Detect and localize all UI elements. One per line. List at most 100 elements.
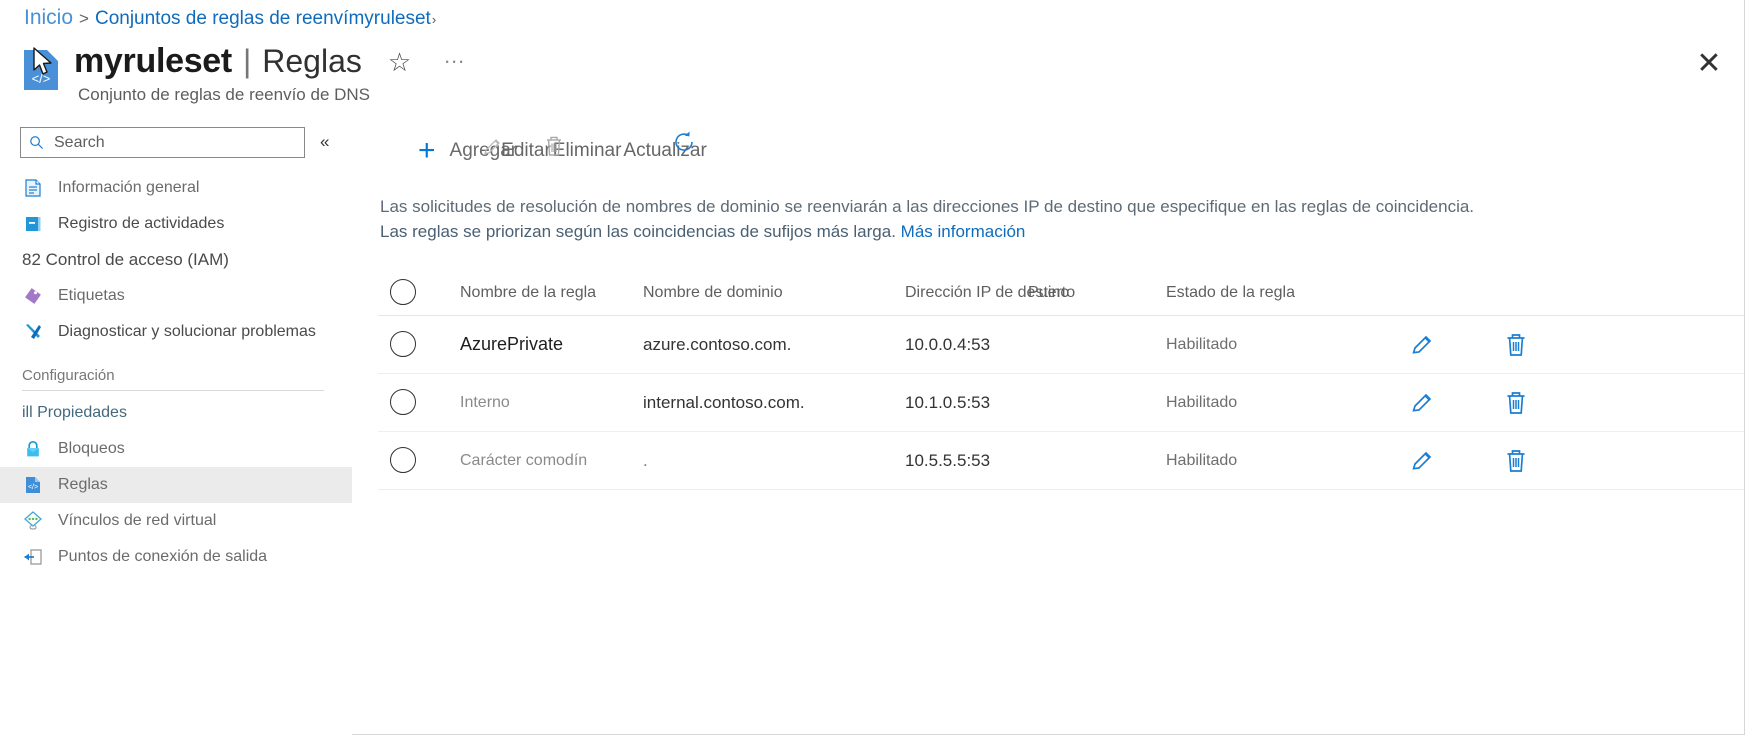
trash-icon [1507,449,1525,472]
sidebar-item-informacion-general[interactable]: Información general [0,170,352,206]
overview-icon [22,177,44,199]
sidebar-item-label: Diagnosticar y solucionar problemas [58,323,316,340]
title-divider: | [242,43,252,79]
column-header-rule-name[interactable]: Nombre de la regla [460,284,596,302]
table-row[interactable]: Interno internal.contoso.com. 10.1.0.5:5… [378,374,1744,432]
vnet-links-icon [22,510,44,532]
icon-page-fold [47,50,58,61]
plus-icon: + [418,134,436,167]
description-line-2-text: Las reglas se priorizan según las coinci… [380,222,896,241]
svg-text:</>: </> [28,484,38,491]
cell-rule-state: Habilitado [1166,451,1238,469]
activity-log-icon [22,213,44,235]
row-delete-button[interactable] [1502,389,1530,417]
refresh-icon [675,131,694,151]
row-edit-button[interactable] [1408,389,1436,417]
page-subtitle: Conjunto de reglas de reenvío de DNS [78,85,371,104]
cell-domain-name: internal.contoso.com. [643,392,805,412]
column-header-rule-state[interactable]: Estado de la regla [1166,284,1295,302]
cell-domain-name: . [643,450,648,470]
breadcrumb-parent-link[interactable]: Conjuntos de reglas de reenví [95,8,349,30]
more-info-link[interactable]: Más información [901,222,1026,241]
cell-destination-ip: 10.5.5.5:53 [905,450,991,470]
description-line-1: Las solicitudes de resolución de nombres… [380,197,1475,216]
trash-icon [1507,333,1525,356]
resource-type-icon: </> [24,50,58,90]
pencil-icon [1412,451,1432,470]
sidebar-item-label: Etiquetas [58,287,125,304]
sidebar-item-label: 82 Control de acceso (IAM) [22,250,229,269]
sidebar-item-label: Reglas [58,476,108,493]
row-select-radio[interactable] [390,447,416,473]
pencil-icon [484,139,501,155]
sidebar-item-registro-de-actividades[interactable]: Registro de actividades [0,206,352,242]
cell-rule-state: Habilitado [1166,393,1238,411]
sidebar: « Información general [0,122,352,735]
cell-destination-ip: 10.1.0.5:53 [905,392,991,412]
breadcrumb-home-link[interactable]: Inicio [24,6,73,30]
description-line-2: Las reglas se priorizan según las coinci… [380,219,1650,244]
tags-icon [22,285,44,307]
cell-rule-name: AzurePrivate [460,334,564,354]
row-edit-button[interactable] [1408,331,1436,359]
refresh-button[interactable]: Actualizar [623,131,707,162]
pencil-icon [1412,335,1432,354]
sidebar-item-etiquetas[interactable]: Etiquetas [0,278,352,314]
sidebar-item-diagnosticar-y-solucionar-problemas[interactable]: Diagnosticar y solucionar problemas [0,314,352,350]
sidebar-item-bloqueos[interactable]: Bloqueos [0,431,352,467]
cell-rule-name: Carácter comodín [460,451,588,469]
favorite-star-icon[interactable]: ☆ [388,49,411,75]
select-all-radio[interactable] [390,279,416,305]
breadcrumb-separator-1: > [79,9,89,28]
sidebar-item-label: ill Propiedades [22,404,127,421]
close-blade-button[interactable]: ✕ [1692,46,1726,80]
sidebar-item-propiedades[interactable]: ill Propiedades [0,395,352,431]
page-title: myruleset [74,42,232,80]
code-glyph: </> [31,71,51,86]
delete-button[interactable]: Eliminar [546,136,621,162]
page-title-row: myruleset | Reglas ☆ … [74,42,467,81]
table-header-row: Nombre de la regla Nombre de dominio Dir… [378,270,1744,316]
sidebar-item-label: Vínculos de red virtual [58,512,217,529]
row-delete-button[interactable] [1502,331,1530,359]
table-row[interactable]: Carácter comodín . 10.5.5.5:53 Habilitad… [378,432,1744,490]
search-box[interactable] [20,127,305,158]
troubleshoot-icon [22,321,44,343]
table-row[interactable]: AzurePrivate azure.contoso.com. 10.0.0.4… [378,316,1744,374]
sidebar-section-configuracion: Configuración [22,367,115,384]
outbound-endpoints-icon [22,546,44,568]
sidebar-divider [22,390,324,391]
column-header-port[interactable]: Puerto [1028,284,1075,302]
sidebar-item-label: Bloqueos [58,440,125,457]
row-delete-button[interactable] [1502,447,1530,475]
row-edit-button[interactable] [1408,447,1436,475]
rules-icon: </> [22,474,44,496]
column-header-domain-name[interactable]: Nombre de dominio [643,284,783,302]
cell-rule-name: Interno [460,393,510,411]
search-input[interactable] [52,132,296,153]
breadcrumb: Inicio > Conjuntos de reglas de reenví m… [24,6,436,30]
sidebar-item-puntos-de-conexion-de-salida[interactable]: Puntos de conexión de salida [0,539,352,575]
row-select-radio[interactable] [390,389,416,415]
command-bar: + Agregar Editar Eliminar Actualizar [418,131,707,167]
trash-icon [546,136,561,156]
collapse-sidebar-button[interactable]: « [320,132,329,152]
sidebar-item-control-de-acceso-iam[interactable]: 82 Control de acceso (IAM) [0,242,352,278]
page-section-title: Reglas [262,43,362,79]
sidebar-item-reglas[interactable]: </> Reglas [0,467,352,503]
search-icon [30,136,44,150]
breadcrumb-current[interactable]: myruleset [348,8,430,30]
sidebar-item-label: Registro de actividades [58,215,225,232]
sidebar-nav: Información general Registro de activida… [0,170,352,575]
cell-domain-name: azure.contoso.com. [643,334,792,354]
pencil-icon [1412,393,1432,412]
sidebar-item-vinculos-de-red-virtual[interactable]: Vínculos de red virtual [0,503,352,539]
cell-destination-ip: 10.0.0.4:53 [905,334,991,354]
rules-table: Nombre de la regla Nombre de dominio Dir… [378,270,1744,490]
description-text: Las solicitudes de resolución de nombres… [380,194,1650,244]
lock-icon [22,438,44,460]
sidebar-item-label: Información general [58,179,200,196]
main-content: + Agregar Editar Eliminar Actualizar Las… [378,122,1744,734]
row-select-radio[interactable] [390,331,416,357]
more-options-icon[interactable]: … [443,43,467,69]
